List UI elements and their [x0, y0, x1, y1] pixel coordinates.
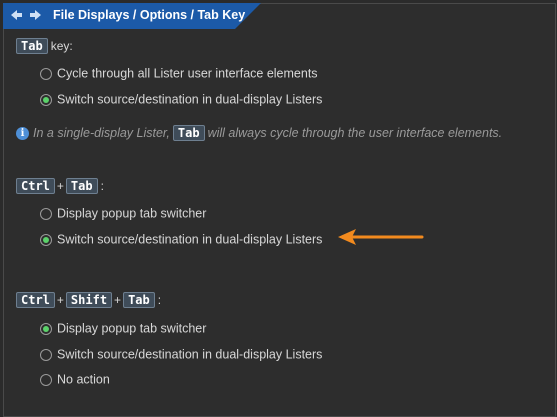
option-label: No action: [57, 372, 110, 387]
option-label: Switch source/destination in dual-displa…: [57, 232, 323, 247]
info-text-after: will always cycle through the user inter…: [207, 126, 503, 140]
ctrl-tab-heading: Ctrl + Tab:: [16, 178, 104, 194]
arrow-left-annotation-icon: [338, 229, 424, 245]
radio-button[interactable]: [40, 67, 52, 80]
ctrl-shift-tab-heading: Ctrl + Shift + Tab:: [16, 292, 161, 308]
option-label: Switch source/destination in dual-displa…: [57, 92, 323, 107]
info-icon: i: [16, 126, 29, 140]
arrow-right-icon[interactable]: [30, 9, 42, 21]
option-label: Display popup tab switcher: [57, 321, 207, 336]
heading-suffix: :: [157, 293, 162, 307]
key-tab: Tab: [65, 178, 98, 194]
plus-separator: +: [114, 293, 122, 307]
heading-suffix: key:: [50, 39, 73, 53]
ctrl-shift-tab-option-switch[interactable]: Switch source/destination in dual-displa…: [40, 347, 322, 362]
plus-separator: +: [56, 293, 64, 307]
radio-button[interactable]: [40, 373, 52, 386]
key-ctrl: Ctrl: [16, 178, 55, 194]
tab-option-cycle[interactable]: Cycle through all Lister user interface …: [40, 66, 318, 81]
tab-option-switch[interactable]: Switch source/destination in dual-displa…: [40, 92, 322, 107]
option-label: Switch source/destination in dual-displa…: [57, 347, 323, 362]
tab-key-heading: Tab key:: [16, 38, 73, 54]
radio-button-selected[interactable]: [40, 233, 52, 246]
page-title: File Displays / Options / Tab Key: [53, 8, 246, 22]
ctrl-tab-option-popup[interactable]: Display popup tab switcher: [40, 206, 206, 221]
ctrl-shift-tab-option-none[interactable]: No action: [40, 372, 110, 387]
heading-suffix: :: [100, 179, 104, 193]
radio-button[interactable]: [40, 348, 52, 361]
key-tab: Tab: [123, 292, 155, 308]
info-text-before: In a single-display Lister,: [33, 126, 170, 140]
key-shift: Shift: [65, 292, 113, 308]
key-tab: Tab: [16, 38, 48, 54]
ctrl-shift-tab-option-popup[interactable]: Display popup tab switcher: [40, 321, 206, 336]
key-ctrl: Ctrl: [16, 292, 55, 308]
arrow-left-icon[interactable]: [11, 9, 23, 21]
key-tab: Tab: [172, 125, 205, 141]
radio-button[interactable]: [40, 207, 52, 220]
plus-separator: +: [56, 179, 64, 193]
option-label: Cycle through all Lister user interface …: [57, 66, 318, 81]
ctrl-tab-option-switch[interactable]: Switch source/destination in dual-displa…: [40, 232, 322, 247]
radio-button-selected[interactable]: [40, 322, 52, 335]
header-bar: File Displays / Options / Tab Key: [3, 3, 261, 29]
option-label: Display popup tab switcher: [57, 206, 207, 221]
radio-button-selected[interactable]: [40, 93, 52, 106]
info-note: i In a single-display Lister, Tab will alwa…: [16, 125, 502, 141]
